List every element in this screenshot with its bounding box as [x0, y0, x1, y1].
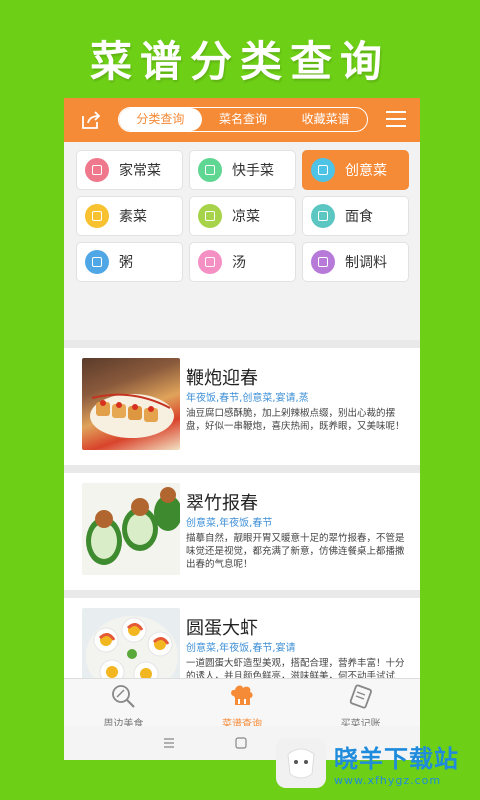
recipe-description: 描摹自然，靓眼开胃又暖意十足的翠竹报春，不管是味觉还是视觉，都充满了新意，仿佛连… — [186, 533, 405, 570]
noodle-icon — [311, 204, 335, 228]
recipe-photo — [82, 358, 180, 450]
category-sauce[interactable]: 制调料 — [302, 242, 409, 282]
home-icon[interactable] — [235, 737, 247, 749]
category-label: 快手菜 — [232, 163, 274, 179]
recipe-info: 鞭炮迎春 年夜饭,春节,创意菜,宴请,蒸 油豆腐口感酥脆，加上剁辣椒点缀，别出心… — [186, 358, 408, 465]
category-label: 面食 — [345, 209, 373, 225]
cold-icon — [198, 204, 222, 228]
category-label: 粥 — [119, 255, 133, 271]
recipe-description: 油豆腐口感酥脆，加上剁辣椒点缀，别出心裁的摆盘，好似一串鞭炮，喜庆热闹，既养眼，… — [186, 408, 405, 432]
tab-name-search[interactable]: 菜名查询 — [202, 108, 285, 131]
category-panel: 家常菜 快手菜 创意菜 素菜 凉菜 面食 粥 汤 制调料 — [64, 142, 420, 340]
chef-hat-icon — [231, 685, 253, 705]
phone-screen: 分类查询 菜名查询 收藏菜谱 家常菜 快手菜 创意菜 素菜 凉菜 面食 粥 汤 … — [64, 98, 420, 760]
soup-icon — [198, 250, 222, 274]
category-noodles[interactable]: 面食 — [302, 196, 409, 236]
watermark-text: 晓羊下载站 www.xfhygz.com — [334, 739, 459, 787]
promo-title: 菜谱分类查询 — [89, 37, 390, 86]
tab-group: 分类查询 菜名查询 收藏菜谱 — [118, 107, 368, 132]
recipe-tags: 年夜饭,春节,创意菜,宴请,蒸 — [186, 393, 309, 404]
recipe-list: 鞭炮迎春 年夜饭,春节,创意菜,宴请,蒸 油豆腐口感酥脆，加上剁辣椒点缀，别出心… — [64, 340, 420, 723]
recipe-card[interactable]: 翠竹报春 创意菜,年夜饭,春节 描摹自然，靓眼开胃又暖意十足的翠竹报春，不管是味… — [64, 473, 420, 590]
recipe-tags: 创意菜,年夜饭,春节,宴请 — [186, 643, 296, 654]
category-porridge[interactable]: 粥 — [76, 242, 183, 282]
recipe-card[interactable]: 鞭炮迎春 年夜饭,春节,创意菜,宴请,蒸 油豆腐口感酥脆，加上剁辣椒点缀，别出心… — [64, 348, 420, 465]
category-quick[interactable]: 快手菜 — [189, 150, 296, 190]
nav-recipe-search[interactable]: 菜谱查询 — [183, 679, 302, 730]
porridge-icon — [85, 250, 109, 274]
recipe-title: 翠竹报春 — [186, 493, 258, 514]
menu-icon[interactable] — [386, 111, 406, 129]
category-creative[interactable]: 创意菜 — [302, 150, 409, 190]
sauce-icon — [311, 250, 335, 274]
watermark-brand: 晓羊下载站 — [334, 745, 459, 773]
category-soup[interactable]: 汤 — [189, 242, 296, 282]
pot-icon — [85, 158, 109, 182]
watermark-url: www.xfhygz.com — [334, 774, 442, 787]
category-label: 素菜 — [119, 209, 147, 225]
category-vegetarian[interactable]: 素菜 — [76, 196, 183, 236]
category-label: 制调料 — [345, 255, 387, 271]
category-label: 创意菜 — [345, 163, 387, 179]
bottom-nav: 周边美食 菜谱查询 买菜记账 — [64, 678, 420, 730]
recipe-tags: 创意菜,年夜饭,春节 — [186, 518, 273, 529]
category-label: 凉菜 — [232, 209, 260, 225]
recipe-info: 翠竹报春 创意菜,年夜饭,春节 描摹自然，靓眼开胃又暖意十足的翠竹报春，不管是味… — [186, 483, 408, 590]
tab-category-search[interactable]: 分类查询 — [119, 108, 202, 131]
recipe-title: 圆蛋大虾 — [186, 618, 258, 639]
nav-nearby-food[interactable]: 周边美食 — [64, 679, 183, 730]
recent-apps-icon[interactable] — [162, 737, 176, 749]
sheep-logo-icon — [276, 738, 326, 788]
nav-grocery-ledger[interactable]: 买菜记账 — [301, 679, 420, 730]
magnifier-icon — [112, 685, 136, 708]
category-label: 汤 — [232, 255, 246, 271]
category-label: 家常菜 — [119, 163, 161, 179]
category-home-style[interactable]: 家常菜 — [76, 150, 183, 190]
watermark: 晓羊下载站 www.xfhygz.com — [276, 738, 459, 788]
recipe-title: 鞭炮迎春 — [186, 368, 258, 389]
share-icon[interactable] — [80, 109, 102, 131]
tab-favorites[interactable]: 收藏菜谱 — [284, 108, 367, 131]
notebook-icon — [349, 684, 372, 709]
idea-icon — [311, 158, 335, 182]
category-grid: 家常菜 快手菜 创意菜 素菜 凉菜 面食 粥 汤 制调料 — [76, 150, 410, 282]
veg-icon — [85, 204, 109, 228]
fast-icon — [198, 158, 222, 182]
app-header: 分类查询 菜名查询 收藏菜谱 — [64, 98, 420, 142]
category-cold-dish[interactable]: 凉菜 — [189, 196, 296, 236]
recipe-photo — [82, 483, 180, 575]
